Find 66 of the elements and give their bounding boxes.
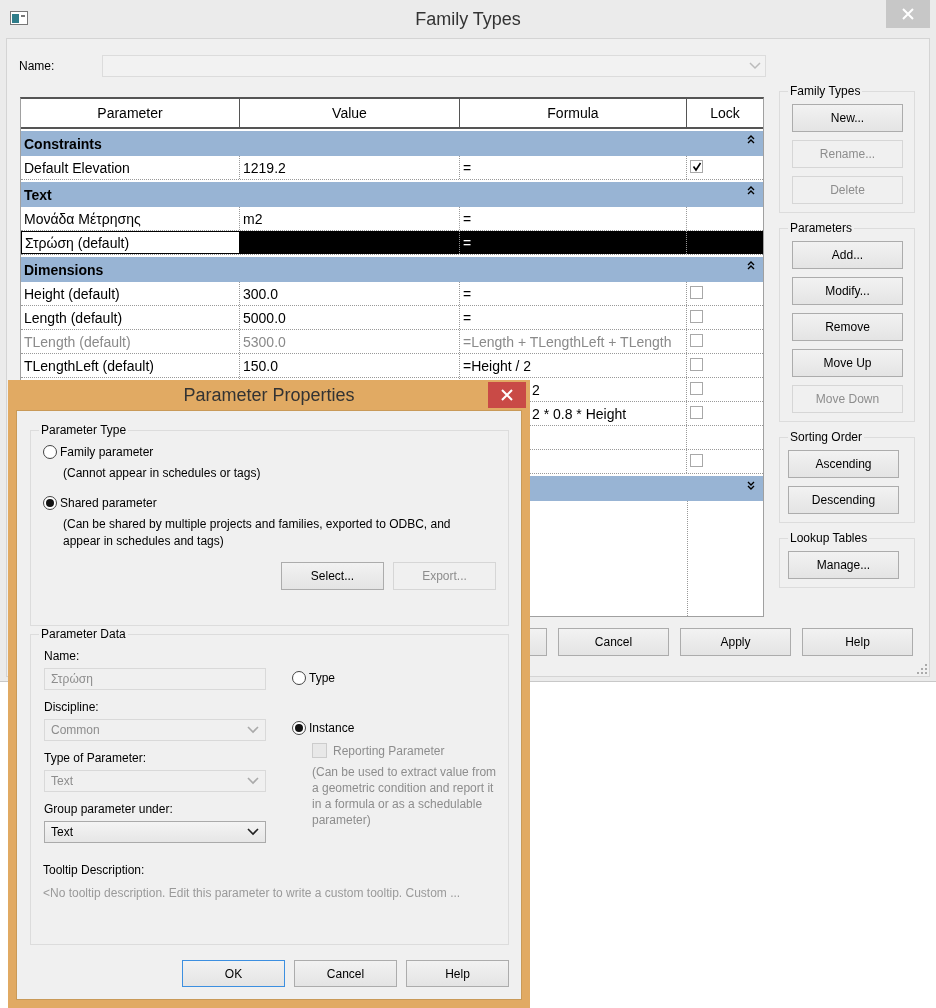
side-button[interactable]: Ascending [788,450,899,478]
side-button[interactable]: New... [792,104,903,132]
dialog-button[interactable]: Cancel [294,960,397,987]
tooltip-text: <No tooltip description. Edit this parameter to write a custom tooltip. Custom ... [43,886,462,900]
table-cell[interactable]: 1219.2 [240,156,460,179]
side-button[interactable]: Modify... [792,277,903,305]
column-header[interactable]: Value [240,99,460,127]
radio-label: Instance [309,721,355,735]
option-note: (Can be used to extract value from a geometric condition and report it in a formula or as a schedulable parameter) [312,764,497,828]
field-label: Type of Parameter: [44,751,148,765]
window-title: Family Types [415,8,521,30]
table-cell[interactable]: 150.0 [240,354,460,377]
column-header[interactable]: Parameter [21,99,240,127]
field-label: Name: [44,649,81,663]
radio-label: Shared parameter [60,496,157,510]
group-title: Family Types [788,84,863,98]
side-button[interactable]: Move Up [792,349,903,377]
table-cell[interactable]: = [460,156,687,179]
dialog-button[interactable]: Cancel [558,628,669,656]
group-name: Constraints [24,135,102,152]
radio-label: Family parameter [60,445,154,459]
option-note: (Cannot appear in schedules or tags) [62,465,262,482]
table-cell[interactable]: Length (default) [21,306,240,329]
name-label: Name: [19,59,56,73]
field-label: Discipline: [44,700,100,714]
table-cell[interactable]: = [460,282,687,305]
group-title: Parameter Type [39,423,129,437]
dropdown-field[interactable]: Text [44,821,266,843]
table-cell[interactable]: TLengthLeft (default) [21,354,240,377]
group-name: Text [24,186,52,203]
group-header[interactable]: Constraints [21,131,763,156]
dialog-button[interactable]: Help [406,960,509,987]
dialog-button[interactable]: Help [802,628,913,656]
column-header[interactable]: Lock [687,99,763,127]
side-button[interactable]: Remove [792,313,903,341]
option-note: (Can be shared by multiple projects and families, exported to ODBC, and appear in schedules and tags) [62,516,452,550]
table-cell[interactable]: Height (default) [21,282,240,305]
group-header[interactable]: Dimensions [21,257,763,282]
table-cell[interactable]: Default Elevation [21,156,240,179]
table-cell[interactable]: = [460,306,687,329]
field-label: Tooltip Description: [43,863,146,877]
column-header[interactable]: Formula [460,99,687,127]
side-button[interactable]: Add... [792,241,903,269]
group-header[interactable]: Text [21,182,763,207]
group-title: Lookup Tables [788,531,870,545]
table-cell[interactable]: =Height / 2 [460,354,687,377]
field-label: Group parameter under: [44,802,174,816]
dialog-button[interactable]: Select... [281,562,384,590]
table-cell[interactable]: Στρώση (default) [21,231,240,254]
checkbox-label: Reporting Parameter [333,743,445,758]
side-button[interactable]: Descending [788,486,899,514]
group-title: Parameters [788,221,855,235]
table-cell[interactable]: = [460,231,687,254]
group-title: Sorting Order [788,430,865,444]
dialog-title: Parameter Properties [183,384,355,406]
table-cell[interactable]: 300.0 [240,282,460,305]
side-button[interactable]: Manage... [788,551,899,579]
table-cell[interactable]: 5000.0 [240,306,460,329]
dialog-button[interactable]: OK [182,960,285,987]
group-name: Dimensions [24,261,104,278]
group-title: Parameter Data [39,627,128,641]
radio-label: Type [309,671,335,685]
table-cell[interactable]: = [460,207,687,230]
dialog-button[interactable]: Apply [680,628,791,656]
table-cell[interactable]: Μονάδα Μέτρησης [21,207,240,230]
table-cell[interactable]: m2 [240,207,460,230]
